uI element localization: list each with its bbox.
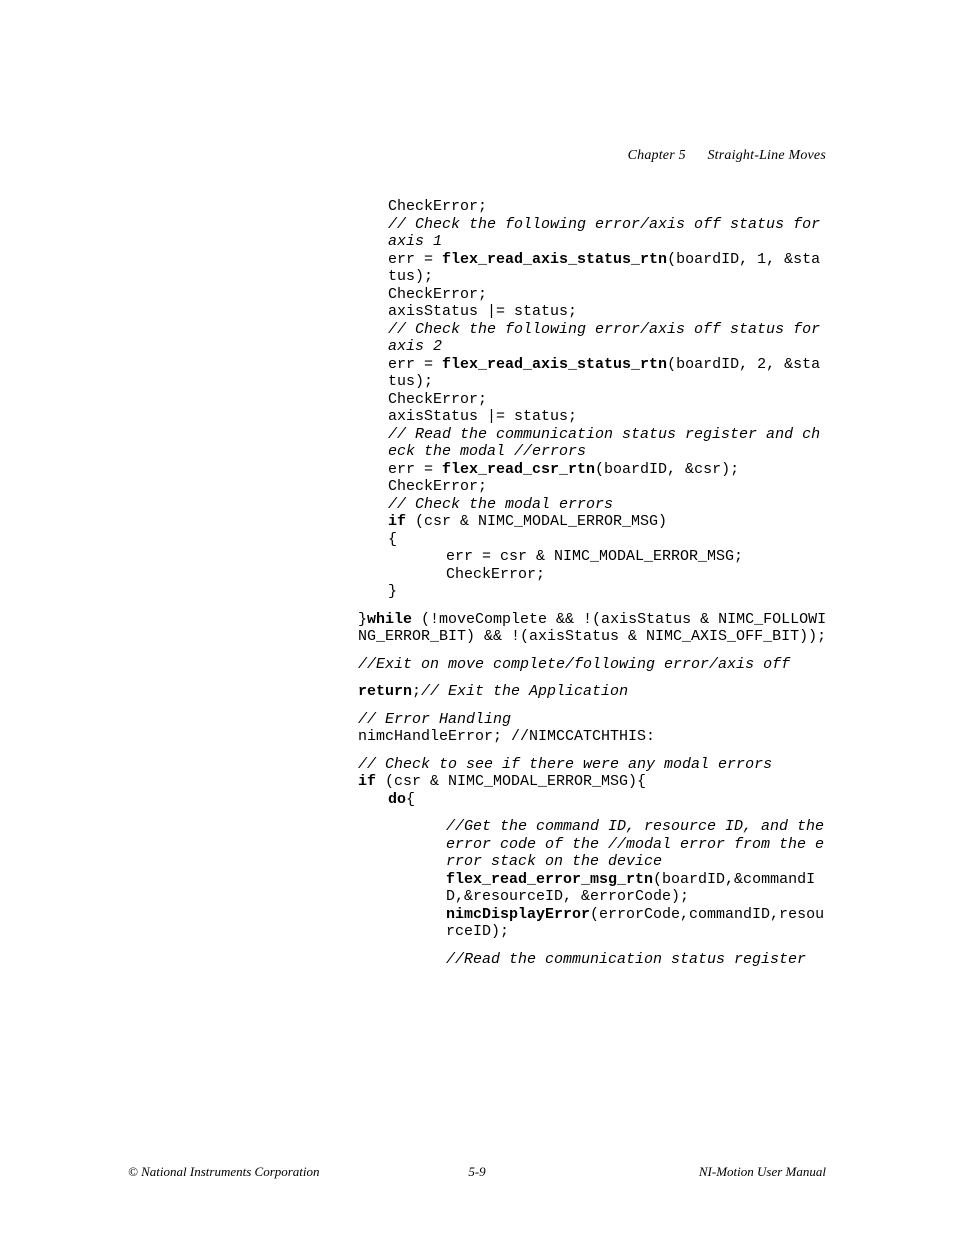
code-line: err = flex_read_axis_status_rtn(boardID,…: [358, 251, 828, 286]
code-text: (csr & NIMC_MODAL_ERROR_MSG): [406, 513, 667, 530]
code-line: CheckError;: [358, 391, 828, 409]
code-keyword: return: [358, 683, 412, 700]
code-comment: //Get the command ID, resource ID, and t…: [446, 818, 833, 870]
code-comment: // Error Handling: [358, 711, 511, 728]
code-comment: // Read the communication status registe…: [388, 426, 820, 461]
code-line: }while (!moveComplete && !(axisStatus & …: [358, 611, 828, 646]
code-comment: // Exit the Application: [421, 683, 628, 700]
code-line: if (csr & NIMC_MODAL_ERROR_MSG){: [358, 773, 828, 791]
code-text: CheckError;: [388, 391, 487, 408]
code-line: err = flex_read_axis_status_rtn(boardID,…: [358, 356, 828, 391]
code-line: CheckError;: [358, 286, 828, 304]
running-header: Chapter 5 Straight-Line Moves: [628, 148, 826, 164]
code-line: // Check to see if there were any modal …: [358, 756, 828, 774]
code-line: //Exit on move complete/following error/…: [358, 656, 828, 674]
code-line: axisStatus |= status;: [358, 303, 828, 321]
chapter-title: Straight-Line Moves: [707, 148, 826, 163]
code-line: return;// Exit the Application: [358, 683, 828, 701]
code-keyword: do: [388, 791, 406, 808]
code-line: // Read the communication status registe…: [358, 426, 828, 461]
code-line: }: [358, 583, 828, 601]
code-line: //Read the communication status register: [358, 951, 828, 969]
code-text: nimcHandleError; //NIMCCATCHTHIS:: [358, 728, 655, 745]
code-keyword: while: [367, 611, 412, 628]
code-line: //Get the command ID, resource ID, and t…: [358, 818, 828, 871]
code-text: }: [358, 611, 367, 628]
code-text: {: [388, 531, 397, 548]
code-listing: CheckError;// Check the following error/…: [358, 198, 828, 968]
code-text: err =: [388, 461, 442, 478]
code-line: nimcHandleError; //NIMCCATCHTHIS:: [358, 728, 828, 746]
code-line: CheckError;: [358, 566, 828, 584]
code-text: (!moveComplete && !(axisStatus & NIMC_FO…: [358, 611, 826, 646]
code-line: do{: [358, 791, 828, 809]
code-text: err = csr & NIMC_MODAL_ERROR_MSG;: [446, 548, 743, 565]
code-comment: // Check the modal errors: [388, 496, 613, 513]
chapter-label: Chapter 5: [628, 148, 686, 163]
code-text: CheckError;: [388, 478, 487, 495]
code-text: err =: [388, 251, 442, 268]
code-line: err = csr & NIMC_MODAL_ERROR_MSG;: [358, 548, 828, 566]
footer-manual-title: NI-Motion User Manual: [699, 1164, 826, 1180]
code-line: {: [358, 531, 828, 549]
code-line: // Check the modal errors: [358, 496, 828, 514]
code-function: flex_read_csr_rtn: [442, 461, 595, 478]
code-line: CheckError;: [358, 198, 828, 216]
code-function: nimcDisplayError: [446, 906, 590, 923]
code-text: ;: [412, 683, 421, 700]
code-line: err = flex_read_csr_rtn(boardID, &csr);: [358, 461, 828, 479]
code-comment: //Read the communication status register: [446, 951, 806, 968]
code-function: flex_read_axis_status_rtn: [442, 356, 667, 373]
code-line: // Error Handling: [358, 711, 828, 729]
code-text: {: [406, 791, 415, 808]
code-text: axisStatus |= status;: [388, 408, 577, 425]
code-comment: // Check the following error/axis off st…: [388, 321, 829, 356]
code-line: CheckError;: [358, 478, 828, 496]
code-line: axisStatus |= status;: [358, 408, 828, 426]
code-text: }: [388, 583, 397, 600]
code-function: flex_read_axis_status_rtn: [442, 251, 667, 268]
code-text: axisStatus |= status;: [388, 303, 577, 320]
code-comment: // Check the following error/axis off st…: [388, 216, 829, 251]
code-comment: // Check to see if there were any modal …: [358, 756, 772, 773]
code-line: nimcDisplayError(errorCode,commandID,res…: [358, 906, 828, 941]
code-line: // Check the following error/axis off st…: [358, 321, 828, 356]
code-line: flex_read_error_msg_rtn(boardID,&command…: [358, 871, 828, 906]
code-keyword: if: [358, 773, 376, 790]
code-line: if (csr & NIMC_MODAL_ERROR_MSG): [358, 513, 828, 531]
code-comment: //Exit on move complete/following error/…: [358, 656, 790, 673]
code-text: CheckError;: [446, 566, 545, 583]
code-function: flex_read_error_msg_rtn: [446, 871, 653, 888]
code-text: CheckError;: [388, 198, 487, 215]
page: Chapter 5 Straight-Line Moves CheckError…: [0, 0, 954, 1235]
code-text: (boardID, &csr);: [595, 461, 739, 478]
code-text: CheckError;: [388, 286, 487, 303]
code-text: err =: [388, 356, 442, 373]
code-line: // Check the following error/axis off st…: [358, 216, 828, 251]
code-text: (csr & NIMC_MODAL_ERROR_MSG){: [376, 773, 646, 790]
code-keyword: if: [388, 513, 406, 530]
